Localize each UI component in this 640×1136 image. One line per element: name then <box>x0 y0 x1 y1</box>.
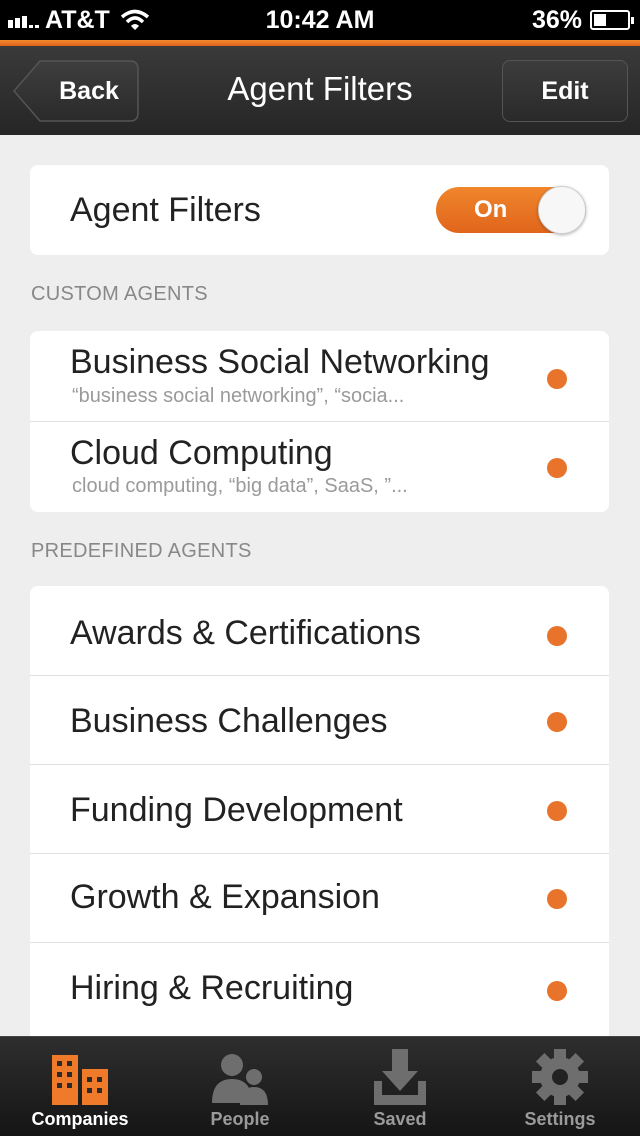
predefined-agent-title: Growth & Expansion <box>70 878 380 916</box>
active-indicator-dot <box>547 626 567 646</box>
download-tray-icon <box>374 1049 426 1105</box>
back-button-label: Back <box>59 77 119 105</box>
tab-label: Companies <box>31 1109 129 1129</box>
predefined-agents-header: PREDEFINED AGENTS <box>31 540 252 562</box>
predefined-agent-row[interactable]: Growth & Expansion <box>30 854 609 943</box>
tab-label: Saved <box>373 1109 427 1129</box>
tab-bar: Companies People Saved Settings <box>0 1036 640 1136</box>
switch-knob <box>538 186 586 234</box>
predefined-agent-row[interactable]: Business Challenges <box>30 676 609 765</box>
gear-icon <box>532 1049 588 1105</box>
agent-filters-toggle-card: Agent Filters On <box>30 165 609 255</box>
custom-agent-row[interactable]: Business Social Networking “business soc… <box>30 331 609 422</box>
predefined-agent-title: Awards & Certifications <box>70 614 421 652</box>
predefined-agent-title: Funding Development <box>70 791 403 829</box>
tab-companies[interactable]: Companies <box>0 1037 160 1136</box>
active-indicator-dot <box>547 369 567 389</box>
predefined-agent-title: Hiring & Recruiting <box>70 969 354 1007</box>
custom-agent-keywords: “business social networking”, “socia... <box>72 385 405 407</box>
switch-state-label: On <box>474 196 508 223</box>
custom-agents-header: CUSTOM AGENTS <box>31 283 208 305</box>
people-icon <box>212 1054 268 1105</box>
predefined-agent-row[interactable]: Awards & Certifications <box>30 586 609 676</box>
agent-filters-label: Agent Filters <box>70 191 261 229</box>
custom-agent-title: Business Social Networking <box>70 343 490 381</box>
active-indicator-dot <box>547 981 567 1001</box>
navigation-bar: Back Agent Filters Edit <box>0 46 640 135</box>
tab-settings[interactable]: Settings <box>480 1037 640 1136</box>
custom-agent-title: Cloud Computing <box>70 434 333 472</box>
tab-saved[interactable]: Saved <box>320 1037 480 1136</box>
predefined-agent-row[interactable]: Funding Development <box>30 765 609 854</box>
battery-percent: 36% <box>531 5 582 34</box>
tab-label: People <box>210 1109 270 1129</box>
predefined-agent-title: Business Challenges <box>70 702 388 740</box>
custom-agent-keywords: cloud computing, “big data”, SaaS, ”... <box>72 475 408 497</box>
active-indicator-dot <box>547 712 567 732</box>
predefined-agents-list: Awards & Certifications Business Challen… <box>30 586 609 1046</box>
tab-label: Settings <box>524 1109 596 1129</box>
battery-fill <box>594 14 606 26</box>
custom-agent-row[interactable]: Cloud Computing cloud computing, “big da… <box>30 422 609 512</box>
tab-people[interactable]: People <box>160 1037 320 1136</box>
page-title: Agent Filters <box>227 70 413 107</box>
active-indicator-dot <box>547 801 567 821</box>
status-bar: AT&T 10:42 AM 36% <box>0 0 640 40</box>
agent-filters-switch[interactable]: On <box>436 186 586 234</box>
predefined-agent-row[interactable]: Hiring & Recruiting <box>30 943 609 1046</box>
edit-button[interactable]: Edit <box>502 60 628 122</box>
status-right: 36% <box>531 4 634 36</box>
custom-agents-list: Business Social Networking “business soc… <box>30 331 609 512</box>
battery-icon <box>590 10 634 30</box>
active-indicator-dot <box>547 458 567 478</box>
buildings-icon <box>52 1055 108 1105</box>
active-indicator-dot <box>547 889 567 909</box>
back-button[interactable]: Back <box>12 60 139 122</box>
